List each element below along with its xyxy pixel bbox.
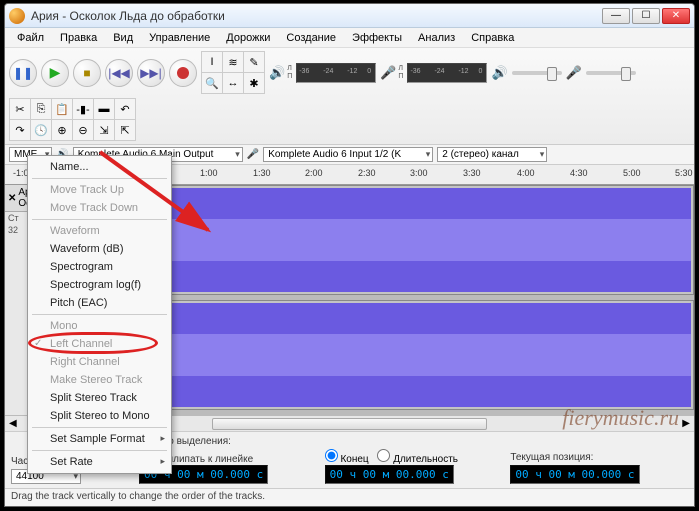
speaker-icon: 🔊 (269, 65, 285, 81)
meter-r-label: П (287, 73, 292, 81)
draw-tool-icon[interactable]: ✎ (244, 52, 264, 72)
menu-item-pitch-eac[interactable]: Pitch (EAC) (28, 294, 171, 312)
menu-item-name[interactable]: Name... (28, 158, 171, 176)
track-dropdown-menu: Name... Move Track UpMove Track Down Wavef… (27, 155, 172, 474)
input-device-combo[interactable]: Komplete Audio 6 Input 1/2 (K (263, 147, 433, 162)
zoom-tool-icon[interactable]: 🔍 (202, 73, 222, 93)
close-button[interactable]: ✕ (662, 8, 690, 24)
menu-tracks[interactable]: Дорожки (218, 30, 278, 46)
audio-position-label: Текущая позиция: (510, 452, 688, 463)
menu-file[interactable]: Файл (9, 30, 52, 46)
stop-button[interactable]: ■ (73, 59, 101, 87)
minimize-button[interactable]: — (602, 8, 630, 24)
menu-edit[interactable]: Правка (52, 30, 105, 46)
menu-item-move-track-down: Move Track Down (28, 199, 171, 217)
menu-item-set-sample-format[interactable]: Set Sample Format (28, 430, 171, 448)
cut-icon[interactable]: ✂ (10, 99, 30, 119)
skip-start-button[interactable]: |◀◀ (105, 59, 133, 87)
status-bar: Drag the track vertically to change the … (5, 488, 694, 506)
menu-transport[interactable]: Управление (141, 30, 218, 46)
channels-combo[interactable]: 2 (стерео) канал (437, 147, 547, 162)
app-logo-icon (9, 8, 25, 24)
menu-view[interactable]: Вид (105, 30, 141, 46)
output-meter[interactable]: 🔊 Л П -36 -24 -12 0 (269, 63, 376, 83)
input-vol-icon: 🎤 (566, 65, 582, 81)
output-meter-bar: -36 -24 -12 0 (296, 63, 376, 83)
sync-lock-icon[interactable]: 🕓 (31, 120, 51, 140)
menu-item-mono: Mono (28, 317, 171, 335)
play-button[interactable]: ▶ (41, 59, 69, 87)
menu-item-waveform: Waveform (28, 222, 171, 240)
scrollbar-thumb[interactable] (212, 418, 488, 430)
multi-tool-icon[interactable]: ✱ (244, 73, 264, 93)
length-radio[interactable] (377, 449, 390, 462)
silence-icon[interactable]: ▬ (94, 99, 114, 119)
menu-analyze[interactable]: Анализ (410, 30, 463, 46)
skip-end-button[interactable]: ▶▶| (137, 59, 165, 87)
menu-generate[interactable]: Создание (278, 30, 344, 46)
output-vol-icon: 🔊 (491, 65, 507, 81)
mic-in-icon: 🎤 (247, 149, 259, 160)
menu-item-move-track-up: Move Track Up (28, 181, 171, 199)
audio-position-field[interactable]: 00 ч 00 м 00.000 с (510, 465, 639, 484)
output-volume-slider[interactable] (512, 71, 562, 75)
input-volume-slider[interactable] (586, 71, 636, 75)
undo-icon[interactable]: ↶ (115, 99, 135, 119)
input-meter[interactable]: 🎤 Л П -36 -24 -12 0 (380, 63, 487, 83)
title-bar: Ария - Осколок Льда до обработки — ☐ ✕ (5, 4, 694, 28)
paste-icon[interactable]: 📋 (52, 99, 72, 119)
window-title: Ария - Осколок Льда до обработки (31, 9, 602, 23)
menu-item-left-channel: Left Channel (28, 335, 171, 353)
menu-item-split-stereo-track[interactable]: Split Stereo Track (28, 389, 171, 407)
tool-palette: I ≋ ✎ 🔍 ↔ ✱ (201, 51, 265, 94)
maximize-button[interactable]: ☐ (632, 8, 660, 24)
menu-bar: Файл Правка Вид Управление Дорожки Созда… (5, 28, 694, 48)
menu-item-right-channel: Right Channel (28, 353, 171, 371)
selection-tool-icon[interactable]: I (202, 52, 222, 72)
pause-button[interactable]: ❚❚ (9, 59, 37, 87)
copy-icon[interactable]: ⎘ (31, 99, 51, 119)
trim-icon[interactable]: -▮- (73, 99, 93, 119)
input-meter-bar: -36 -24 -12 0 (407, 63, 487, 83)
mic-icon: 🎤 (380, 65, 396, 81)
menu-item-split-stereo-to-mono[interactable]: Split Stereo to Mono (28, 407, 171, 425)
menu-item-spectrogram-log-f[interactable]: Spectrogram log(f) (28, 276, 171, 294)
waveform-canvas[interactable] (93, 185, 694, 415)
envelope-tool-icon[interactable]: ≋ (223, 52, 243, 72)
transport-controls: ❚❚ ▶ ■ |◀◀ ▶▶| (9, 59, 197, 87)
menu-effects[interactable]: Эффекты (344, 30, 410, 46)
timeshift-tool-icon[interactable]: ↔ (223, 73, 243, 93)
selection-end-field[interactable]: 00 ч 00 м 00.000 с (325, 465, 454, 484)
meter-l-label: Л (287, 65, 292, 73)
menu-item-waveform-db[interactable]: Waveform (dB) (28, 240, 171, 258)
fit-selection-icon[interactable]: ⇲ (94, 120, 114, 140)
zoom-out-icon[interactable]: ⊖ (73, 120, 93, 140)
waveform-left-channel[interactable] (93, 185, 694, 295)
menu-item-make-stereo-track: Make Stereo Track (28, 371, 171, 389)
menu-item-spectrogram[interactable]: Spectrogram (28, 258, 171, 276)
menu-item-set-rate[interactable]: Set Rate (28, 453, 171, 471)
waveform-right-channel[interactable] (93, 300, 694, 410)
zoom-in-icon[interactable]: ⊕ (52, 120, 72, 140)
record-button[interactable] (169, 59, 197, 87)
main-toolbar: ❚❚ ▶ ■ |◀◀ ▶▶| I ≋ ✎ 🔍 ↔ ✱ 🔊 Л П -36 -24… (5, 48, 694, 145)
track-close-icon[interactable]: ✕ (8, 193, 16, 204)
menu-help[interactable]: Справка (463, 30, 522, 46)
fit-project-icon[interactable]: ⇱ (115, 120, 135, 140)
redo-icon[interactable]: ↷ (10, 120, 30, 140)
end-radio[interactable] (325, 449, 338, 462)
edit-toolbar: ✂ ⎘ 📋 -▮- ▬ ↶ ↷ 🕓 ⊕ ⊖ ⇲ ⇱ (9, 98, 136, 141)
